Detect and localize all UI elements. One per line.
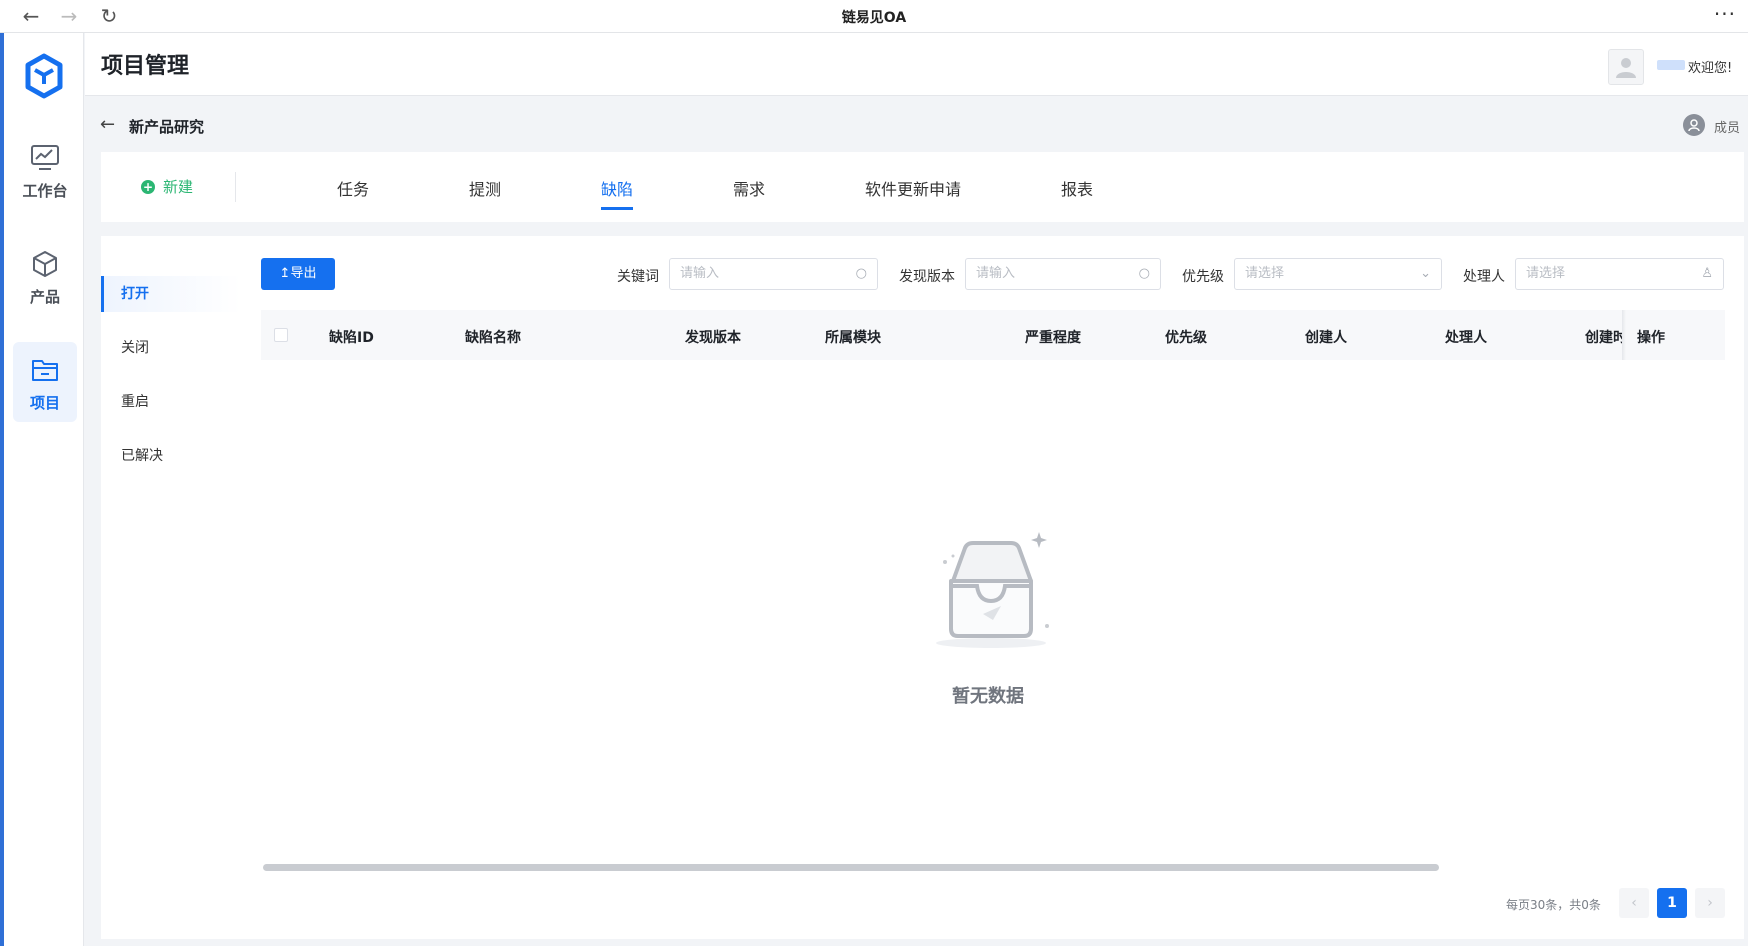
member-icon[interactable] <box>1683 114 1705 136</box>
tab-reports[interactable]: 报表 <box>1061 176 1093 200</box>
page-1-button[interactable]: 1 <box>1657 888 1687 918</box>
divider <box>235 172 236 202</box>
avatar[interactable] <box>1608 49 1644 85</box>
col-defect-id[interactable]: 缺陷ID <box>329 327 374 347</box>
plus-circle-icon: + <box>141 180 155 194</box>
col-creator[interactable]: 创建人 <box>1305 327 1347 347</box>
sidebar-item-label: 产品 <box>29 288 60 306</box>
chevron-down-icon: ⌄ <box>1420 266 1431 281</box>
keyword-input[interactable]: 请输入 ○ <box>669 258 878 290</box>
empty-text: 暂无数据 <box>952 686 1024 707</box>
tab-requirements[interactable]: 需求 <box>733 176 765 200</box>
pagination-summary: 每页30条，共0条 <box>1506 898 1601 912</box>
keyword-label: 关键词 <box>617 269 659 285</box>
window-title: 链易见OA <box>841 10 907 26</box>
col-actions: 操作 <box>1637 330 1665 346</box>
more-icon[interactable]: ··· <box>1714 2 1736 26</box>
browser-titlebar: ← → ↻ 链易见OA ··· <box>0 0 1748 33</box>
sidebar-item-workbench[interactable]: 工作台 <box>13 130 77 210</box>
user-icon: ♙ <box>1701 266 1713 281</box>
user-icon <box>1616 58 1636 78</box>
new-button[interactable]: + 新建 <box>141 176 193 197</box>
priority-placeholder: 请选择 <box>1245 266 1285 281</box>
horizontal-scrollbar[interactable] <box>263 864 1439 871</box>
member-button[interactable]: 成员 <box>1714 117 1740 136</box>
welcome-text: 欢迎您! <box>1688 61 1733 76</box>
content-panel: 打开 关闭 重启 已解决 ↥导出 关键词 请输入 ○ 发现版本 请输入 ○ 优先… <box>101 236 1744 939</box>
col-defect-name[interactable]: 缺陷名称 <box>465 327 521 347</box>
version-label: 发现版本 <box>899 269 955 285</box>
tab-software-update[interactable]: 软件更新申请 <box>865 176 961 200</box>
tab-defects[interactable]: 缺陷 <box>601 176 634 210</box>
version-placeholder: 请输入 <box>976 266 1016 281</box>
page-header: 项目管理 欢迎您! <box>85 33 1748 96</box>
tab-testing[interactable]: 提测 <box>469 176 501 200</box>
empty-box-icon <box>936 532 1049 648</box>
priority-label: 优先级 <box>1182 269 1224 285</box>
status-open[interactable]: 打开 <box>101 276 241 312</box>
sidebar: 工作台 产品 项目 <box>4 33 84 946</box>
folder-icon <box>32 360 58 381</box>
tabs-bar: + 新建 任务 提测 缺陷 需求 软件更新申请 报表 <box>101 152 1744 222</box>
sidebar-item-label: 工作台 <box>22 182 68 200</box>
col-created-time[interactable]: 创建时 <box>1585 327 1623 347</box>
handler-select[interactable]: 请选择 ♙ <box>1515 258 1724 290</box>
next-page-button[interactable]: › <box>1695 888 1725 918</box>
cube-icon <box>33 251 57 277</box>
priority-select[interactable]: 请选择 ⌄ <box>1234 258 1442 290</box>
status-reopened[interactable]: 重启 <box>101 384 241 420</box>
status-resolved[interactable]: 已解决 <box>101 438 241 474</box>
tab-tasks[interactable]: 任务 <box>337 176 369 200</box>
app-logo[interactable] <box>24 53 64 99</box>
sidebar-item-project[interactable]: 项目 <box>13 342 77 422</box>
table-header: 缺陷ID 缺陷名称 发现版本 所属模块 严重程度 优先级 创建人 处理人 创建时… <box>261 310 1725 360</box>
page-title: 项目管理 <box>101 54 190 79</box>
col-found-version[interactable]: 发现版本 <box>685 327 741 347</box>
col-handler[interactable]: 处理人 <box>1445 327 1487 347</box>
dashboard-icon <box>31 145 59 170</box>
status-closed[interactable]: 关闭 <box>101 330 241 366</box>
search-icon: ○ <box>1138 266 1150 281</box>
select-all-checkbox[interactable] <box>274 328 288 342</box>
handler-placeholder: 请选择 <box>1526 266 1566 281</box>
user-name-blurred <box>1657 60 1685 70</box>
fixed-column-shadow <box>1622 310 1626 360</box>
keyword-placeholder: 请输入 <box>680 266 720 281</box>
export-button[interactable]: ↥导出 <box>261 258 335 290</box>
back-arrow-icon[interactable]: ← <box>100 114 115 135</box>
handler-label: 处理人 <box>1463 269 1505 285</box>
empty-illustration <box>931 526 1061 660</box>
version-input[interactable]: 请输入 ○ <box>965 258 1161 290</box>
search-icon: ○ <box>855 266 867 281</box>
col-module[interactable]: 所属模块 <box>825 327 881 347</box>
project-title: 新产品研究 <box>129 118 205 136</box>
new-button-label: 新建 <box>163 178 194 196</box>
col-priority[interactable]: 优先级 <box>1165 327 1207 347</box>
prev-page-button[interactable]: ‹ <box>1619 888 1649 918</box>
sidebar-item-label: 项目 <box>29 394 60 412</box>
col-severity[interactable]: 严重程度 <box>1025 327 1081 347</box>
sidebar-item-product[interactable]: 产品 <box>13 236 77 316</box>
